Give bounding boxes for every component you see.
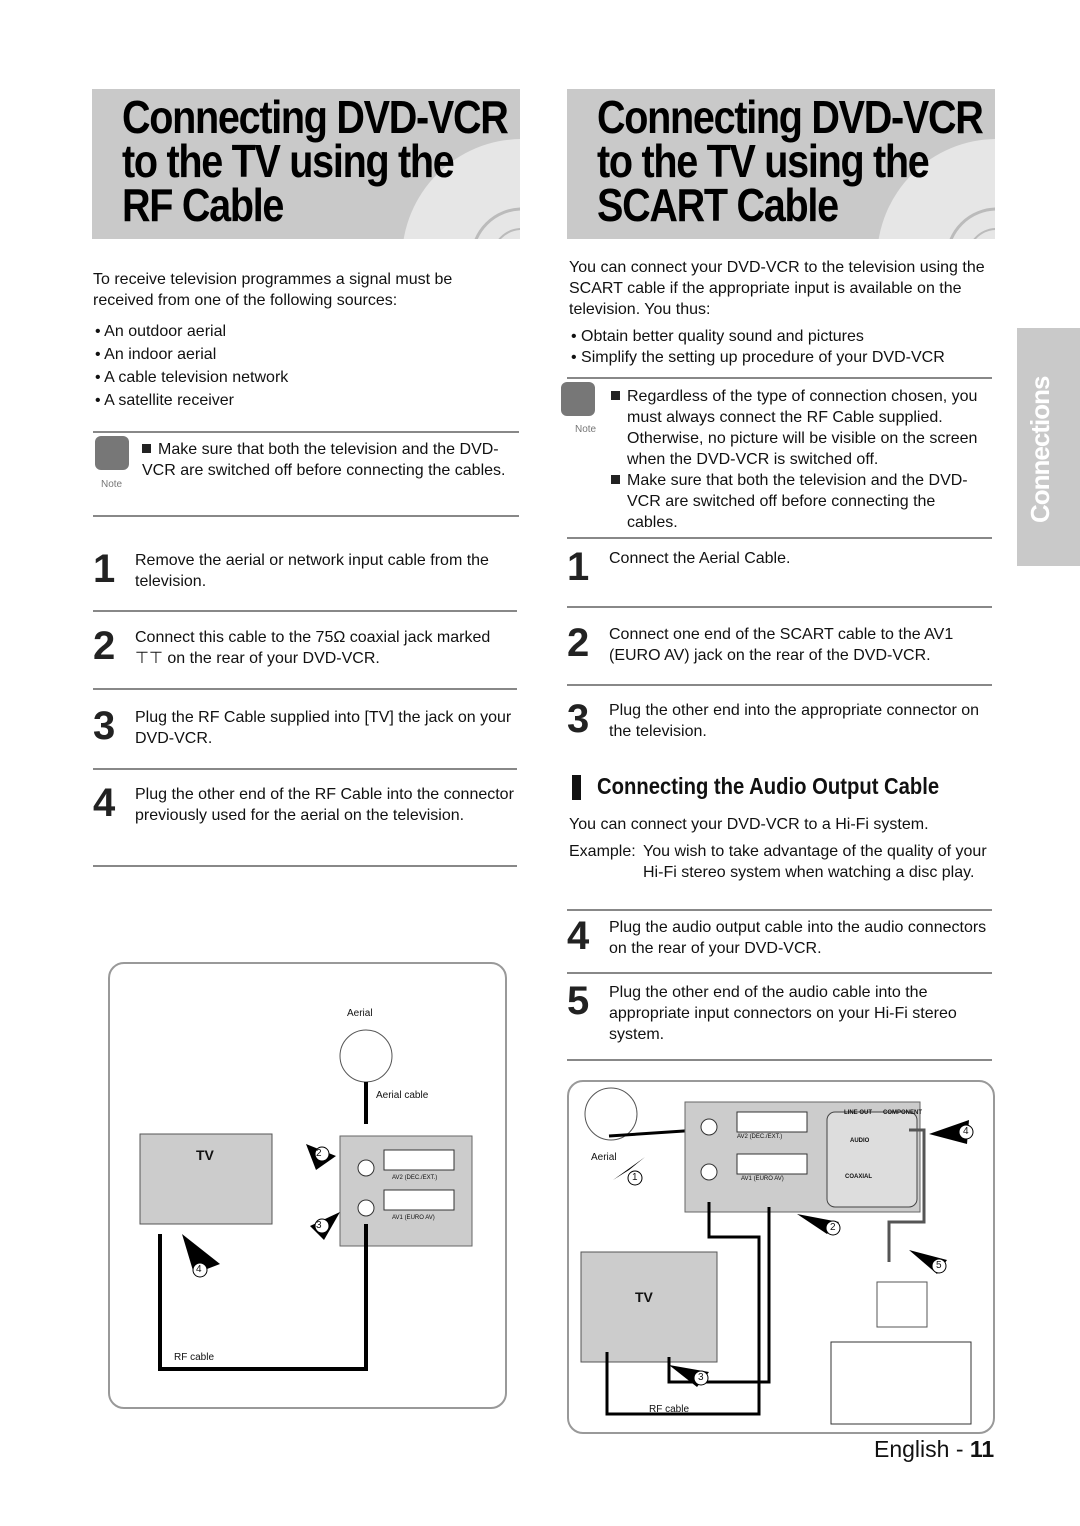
rf-cable-label: RF cable — [174, 1352, 215, 1363]
divider — [567, 537, 992, 539]
note-text: Make sure that both the television and t… — [142, 441, 506, 479]
note-pencil-icon — [95, 436, 129, 470]
tv-label: TV — [635, 1289, 653, 1305]
divider — [93, 431, 519, 433]
side-tab: Connections — [1017, 328, 1080, 566]
title-banner-scart: Connecting DVD-VCR to the TV using the SCA… — [567, 89, 995, 239]
marker-3: 3 — [316, 1220, 322, 1231]
list-item: • An indoor aerial — [95, 346, 217, 363]
note-text: Regardless of the type of connection cho… — [611, 386, 989, 533]
line-out-label: LINE OUT — [844, 1110, 872, 1116]
list-item: • A satellite receiver — [95, 392, 235, 409]
source-list: • An outdoor aerial • An indoor aerial •… — [95, 321, 288, 413]
marker-3: 3 — [698, 1372, 704, 1383]
list-item: • An outdoor aerial — [95, 323, 227, 340]
page-footer: English - 11 — [874, 1436, 994, 1463]
av1-label: AV1 (EURO AV) — [392, 1215, 435, 1221]
marker-5: 5 — [936, 1260, 942, 1271]
example-label: Example: — [569, 843, 636, 860]
intro-text: You can connect your DVD-VCR to the tele… — [569, 259, 985, 318]
page-title-scart: Connecting DVD-VCR to the TV using the SCA… — [597, 91, 984, 231]
marker-4: 4 — [963, 1126, 969, 1137]
rf-wiring-illustration — [139, 1029, 473, 1371]
heading-marker — [572, 775, 581, 800]
scart-audio-connection-diagram: Aerial AV2 (DEC./EXT.) AV1 (EURO AV) LIN… — [567, 1080, 995, 1434]
audio-label: AUDIO — [850, 1138, 870, 1144]
divider — [93, 768, 517, 770]
coaxial-label: COAXIAL — [845, 1174, 872, 1180]
divider — [567, 972, 992, 974]
manual-page: Connecting DVD-VCR to the TV using the RF … — [0, 0, 1080, 1526]
divider — [93, 865, 517, 867]
av1-label: AV1 (EURO AV) — [741, 1176, 784, 1182]
list-item: • Obtain better quality sound and pictur… — [571, 328, 864, 345]
rf-cable-label: RF cable — [649, 1404, 690, 1415]
divider — [93, 515, 519, 517]
list-item: • Simplify the setting up procedure of y… — [571, 349, 945, 366]
footer-language: English - — [874, 1436, 970, 1462]
divider — [93, 610, 517, 612]
marker-2: 2 — [830, 1222, 836, 1233]
intro-text: To receive television programmes a signa… — [93, 271, 453, 309]
divider — [93, 688, 517, 690]
marker-4: 4 — [196, 1264, 202, 1275]
example-text: You wish to take advantage of the qualit… — [643, 843, 987, 881]
page-number: 11 — [969, 1436, 995, 1462]
page-title-rf: Connecting DVD-VCR to the TV using the RF … — [122, 91, 509, 231]
divider — [567, 1059, 992, 1061]
list-item: • A cable television network — [95, 369, 289, 386]
title-banner-rf: Connecting DVD-VCR to the TV using the RF … — [92, 89, 520, 239]
aerial-label: Aerial — [347, 1008, 373, 1019]
note-label: Note — [575, 424, 597, 435]
audio-section-heading: Connecting the Audio Output Cable — [597, 773, 940, 799]
note-pencil-icon — [561, 382, 595, 416]
divider — [567, 606, 992, 608]
aerial-label: Aerial — [591, 1152, 617, 1163]
marker-1: 1 — [632, 1172, 638, 1183]
tv-label: TV — [196, 1147, 214, 1163]
divider — [567, 377, 992, 379]
divider — [567, 684, 992, 686]
audio-intro: You can connect your DVD-VCR to a Hi-Fi … — [569, 816, 929, 833]
side-tab-label: Connections — [1025, 376, 1055, 523]
av2-label: AV2 (DEC./EXT.) — [392, 1175, 438, 1181]
component-label: COMPONENT — [883, 1110, 922, 1116]
aerial-cable-label: Aerial cable — [376, 1090, 429, 1101]
av2-label: AV2 (DEC./EXT.) — [737, 1134, 783, 1140]
marker-2: 2 — [316, 1148, 322, 1159]
rf-connection-diagram: Aerial Aerial cable TV AV2 (DEC./EXT.) A… — [108, 962, 507, 1409]
benefit-list: • Obtain better quality sound and pictur… — [571, 326, 945, 368]
note-label: Note — [101, 479, 123, 490]
divider — [567, 909, 992, 911]
